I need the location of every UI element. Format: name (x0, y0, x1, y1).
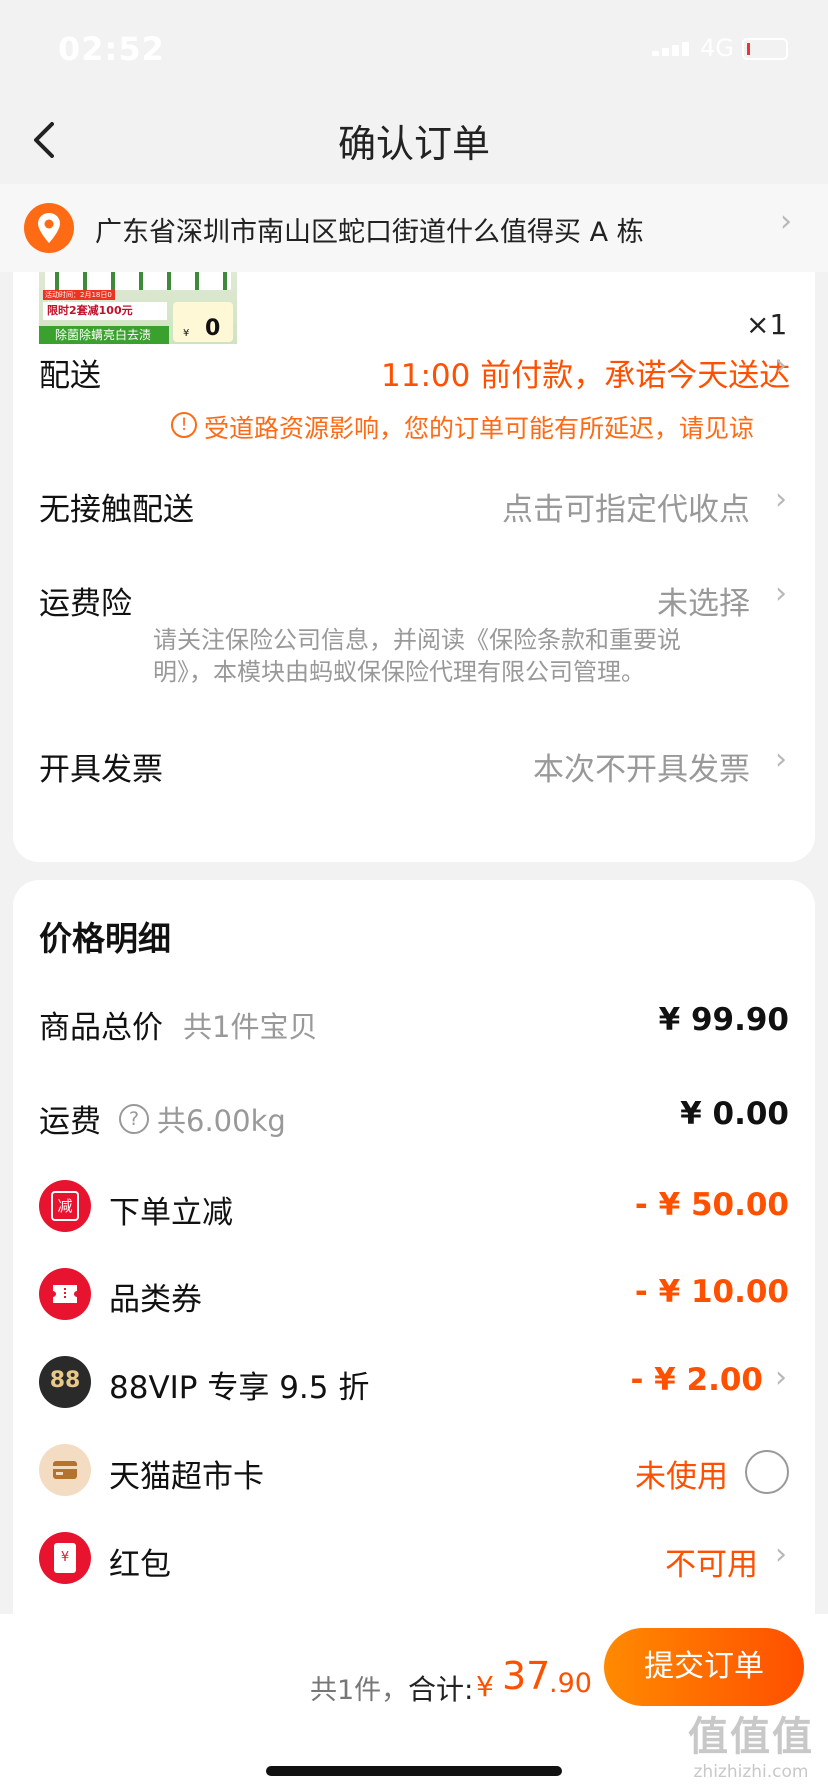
discount-value: - ¥ 10.00 (634, 1274, 789, 1310)
invoice-value[interactable]: 本次不开具发票 (533, 744, 750, 789)
delivery-label: 配送 (39, 358, 101, 394)
discount-label: 下单立减 (109, 1195, 233, 1231)
freight-label: 运费 (39, 1104, 101, 1140)
battery-icon (742, 38, 788, 60)
status-time: 02:52 (58, 30, 165, 68)
price-detail-card: 价格明细 商品总价 共1件宝贝 ¥ 99.90 运费 ? 共6.00kg ¥ 0… (13, 880, 815, 1620)
chevron-right-icon: › (775, 482, 787, 517)
total-decimal: .90 (549, 1668, 592, 1699)
discount-label: 天猫超市卡 (109, 1459, 264, 1495)
product-bottles-image (45, 272, 231, 290)
discount-value: 未使用 (635, 1459, 728, 1495)
watermark-url: zhizhizhi.com (693, 1762, 809, 1782)
contactless-label: 无接触配送 (39, 492, 194, 528)
insurance-value[interactable]: 未选择 (657, 578, 750, 623)
freight-sub: 共6.00kg (157, 1104, 286, 1138)
product-tag: 活动时间：2月18日0点开抢! (43, 290, 115, 309)
product-promo: 限时2套减100元 (43, 302, 167, 320)
warning-icon: ! (171, 412, 197, 438)
address-bar[interactable]: 广东省深圳市南山区蛇口街道什么值得买 A 栋 › (0, 184, 828, 272)
total-label: 合计: (408, 1673, 474, 1706)
ticket-icon (39, 1268, 91, 1320)
status-bar: 02:52 4G (0, 0, 828, 100)
insurance-legal-line1: 请关注保险公司信息，并阅读《保险条款和重要说 (153, 626, 681, 654)
insurance-label: 运费险 (39, 586, 132, 622)
order-card: 活动时间：2月18日0点开抢! 限时2套减100元 除菌除螨亮白去渍 ¥ 0 ×… (13, 272, 815, 862)
goods-total-label: 商品总价 (39, 1010, 163, 1046)
price-box (173, 302, 233, 342)
goods-total-sub: 共1件宝贝 (183, 1010, 318, 1044)
location-pin-icon (24, 203, 74, 253)
insurance-legal-line2: 明》，本模块由蚂蚁保保险代理有限公司管理。 (153, 658, 645, 686)
card-icon (39, 1444, 91, 1496)
discount-label: 红包 (109, 1547, 171, 1583)
total-amount: 37 (502, 1654, 551, 1698)
delivery-value[interactable]: 11:00 前付款，承诺今天送达 (381, 350, 790, 395)
contactless-value[interactable]: 点击可指定代收点 (502, 484, 750, 529)
watermark-logo: 值值值 (688, 1714, 814, 1760)
chevron-right-icon: › (775, 348, 787, 383)
home-indicator[interactable] (266, 1766, 562, 1776)
discount-value[interactable]: 不可用 (665, 1539, 758, 1584)
chevron-right-icon: › (775, 742, 787, 777)
chevron-right-icon: › (775, 1360, 787, 1395)
reduce-badge-icon: 减 (39, 1180, 91, 1232)
discount-label: 88VIP 专享 9.5 折 (109, 1370, 370, 1406)
page-title: 确认订单 (337, 122, 490, 166)
red-packet-icon: ¥ (39, 1532, 91, 1584)
reduce-badge-text: 减 (51, 1191, 79, 1221)
chevron-right-icon: › (775, 576, 787, 611)
product-quantity: ×1 (746, 308, 788, 341)
goods-total-value: ¥ 99.90 (658, 1002, 789, 1038)
help-icon[interactable]: ? (119, 1104, 149, 1134)
discount-label: 品类券 (109, 1282, 202, 1318)
signal-icon (652, 40, 698, 56)
vip88-badge-icon: 88 (39, 1356, 91, 1408)
product-price-yen: ¥ (183, 328, 190, 339)
discount-value: - ¥ 50.00 (634, 1187, 789, 1223)
watermark: 值值值 zhizhizhi.com (676, 1704, 826, 1782)
invoice-label: 开具发票 (39, 752, 163, 788)
chevron-right-icon: › (775, 1537, 787, 1572)
total-count: 共1件， (310, 1675, 409, 1706)
delivery-notice: 受道路资源影响，您的订单可能有所延迟，请见谅 (204, 414, 755, 443)
product-subtitle: 除菌除螨亮白去渍 (39, 326, 169, 344)
section-title: 价格明细 (39, 919, 171, 958)
discount-value[interactable]: - ¥ 2.00 (630, 1362, 763, 1398)
product-thumbnail[interactable]: 活动时间：2月18日0点开抢! 限时2套减100元 除菌除螨亮白去渍 ¥ 0 (39, 272, 237, 344)
network-label: 4G (700, 34, 734, 62)
address-text: 广东省深圳市南山区蛇口街道什么值得买 A 栋 (95, 217, 644, 248)
total-yen: ¥ (476, 1670, 494, 1703)
freight-value: ¥ 0.00 (680, 1096, 789, 1132)
tmall-card-radio[interactable] (745, 1450, 789, 1494)
chevron-right-icon: › (780, 204, 792, 239)
chevron-left-icon[interactable] (26, 118, 66, 162)
submit-order-button[interactable]: 提交订单 (604, 1628, 804, 1706)
product-price: 0 (205, 316, 221, 341)
vip88-badge-text: 88 (49, 1368, 81, 1393)
red-packet-text: ¥ (54, 1543, 76, 1573)
